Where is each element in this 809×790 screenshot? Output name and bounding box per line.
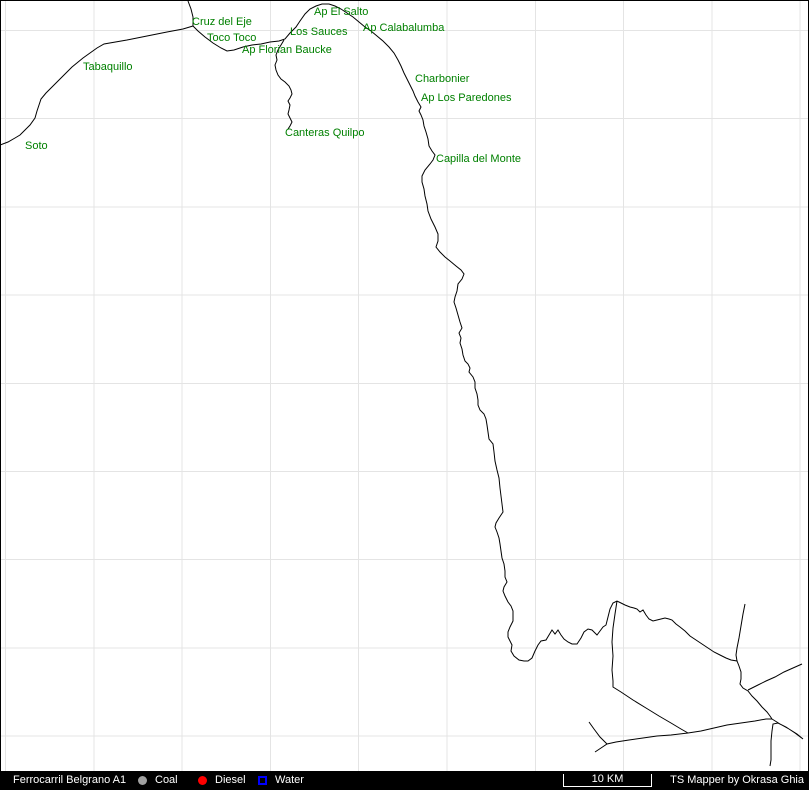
station-label-ap-el-salto: Ap El Salto: [314, 6, 368, 18]
legend-label-coal: Coal: [155, 775, 178, 786]
water-marker-icon: [258, 776, 267, 785]
track-wedge-south: [770, 719, 803, 766]
station-label-ap-calabalumba: Ap Calabalumba: [363, 22, 445, 34]
track-stub-north: [736, 604, 745, 661]
station-label-capilla-del-monte: Capilla del Monte: [436, 153, 521, 165]
station-label-los-sauces: Los Sauces: [290, 26, 348, 38]
track-spur-southwest: [589, 722, 607, 744]
track-layer: Cruz del Eje Toco Toco Ap Florian Baucke…: [0, 0, 809, 771]
station-label-toco-toco: Toco Toco: [207, 32, 256, 44]
railway-tracks: [0, 1, 803, 766]
station-label-soto: Soto: [25, 140, 48, 152]
ts-mapper-window: Cruz del Eje Toco Toco Ap Florian Baucke…: [0, 0, 809, 790]
coal-marker-icon: [138, 776, 147, 785]
track-west-line: [0, 26, 193, 145]
station-labels: Cruz del Eje Toco Toco Ap Florian Baucke…: [25, 6, 521, 165]
map-canvas[interactable]: Cruz del Eje Toco Toco Ap Florian Baucke…: [0, 0, 809, 771]
station-label-ap-florian-baucke: Ap Florian Baucke: [242, 44, 332, 56]
track-main-line: [193, 4, 772, 719]
station-label-cruz-del-eje: Cruz del Eje: [192, 16, 252, 28]
track-line-southwest: [595, 719, 772, 752]
credit-text: TS Mapper by Okrasa Ghia: [670, 775, 804, 786]
station-label-tabaquillo: Tabaquillo: [83, 61, 133, 73]
status-bar: Ferrocarril Belgrano A1 Coal Diesel Wate…: [0, 771, 809, 790]
legend-label-diesel: Diesel: [215, 775, 246, 786]
scale-label: 10 KM: [592, 773, 624, 785]
map-border: [1, 1, 809, 772]
station-label-charbonier: Charbonier: [415, 73, 470, 85]
station-label-canteras-quilpo: Canteras Quilpo: [285, 127, 365, 139]
station-label-ap-los-paredones: Ap Los Paredones: [421, 92, 512, 104]
track-branch-peak-south: [612, 601, 688, 733]
track-stub-east: [748, 664, 802, 690]
route-name: Ferrocarril Belgrano A1: [13, 775, 126, 786]
scale-bar: 10 KM: [563, 774, 652, 787]
diesel-marker-icon: [198, 776, 207, 785]
legend-label-water: Water: [275, 775, 304, 786]
